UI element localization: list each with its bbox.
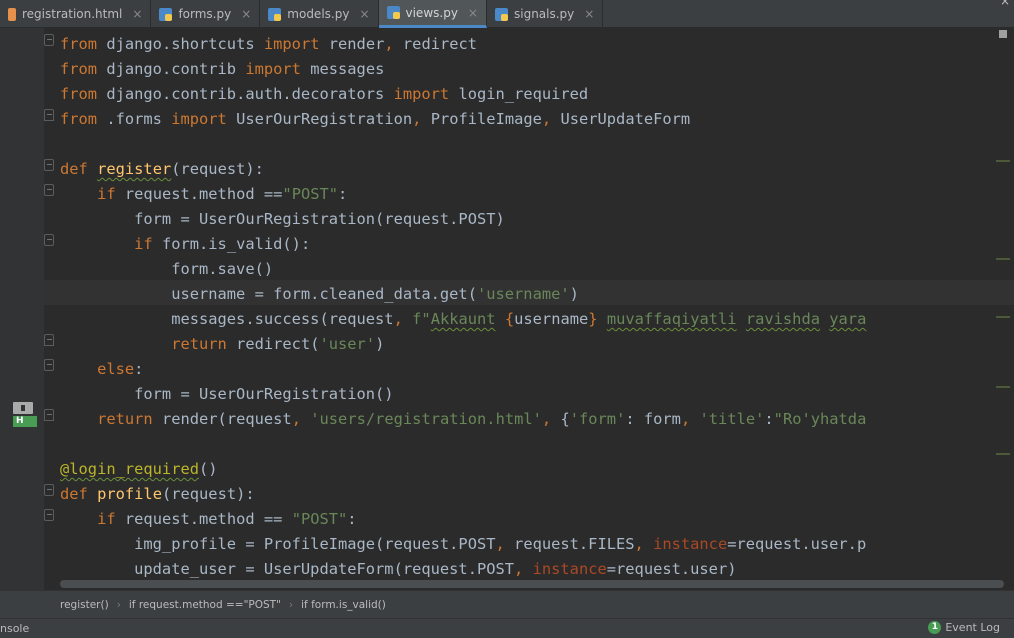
code-line[interactable]: from django.shortcuts import render, red… <box>60 32 477 57</box>
line-number <box>0 232 8 257</box>
python-file-icon <box>159 7 173 21</box>
fold-marker[interactable] <box>44 409 54 421</box>
code-editor[interactable]: H from django.shortcuts import render, r… <box>0 28 1014 590</box>
fold-marker[interactable] <box>44 334 54 346</box>
line-number <box>0 132 8 157</box>
code-line[interactable]: messages.success(request, f"Akkaunt {use… <box>60 307 866 332</box>
tab-label: registration.html <box>22 7 123 21</box>
line-number <box>0 507 8 532</box>
code-line[interactable]: from django.contrib.auth.decorators impo… <box>60 82 588 107</box>
python-file-icon <box>268 7 282 21</box>
line-number <box>0 157 8 182</box>
fold-marker[interactable] <box>44 484 54 496</box>
tab-label: views.py <box>405 5 458 20</box>
close-icon[interactable]: × <box>132 7 142 21</box>
tab-models-py[interactable]: models.py × <box>260 0 379 28</box>
code-line[interactable]: if request.method =="POST": <box>60 182 347 207</box>
python-file-icon <box>494 7 508 21</box>
code-line[interactable]: update_user = UserUpdateForm(request.POS… <box>60 557 736 582</box>
breadcrumb: register() › if request.method =="POST" … <box>0 590 1014 618</box>
line-number <box>0 357 8 382</box>
close-icon[interactable]: × <box>359 7 369 21</box>
status-bar: nsole 1 Event Log <box>0 618 1014 638</box>
close-icon[interactable]: × <box>584 7 594 21</box>
code-line[interactable]: form = UserOurRegistration() <box>60 382 393 407</box>
line-number <box>0 282 8 307</box>
event-log-count-badge: 1 <box>928 621 942 634</box>
breadcrumb-item-if-post[interactable]: if request.method =="POST" <box>129 599 281 611</box>
fold-marker[interactable] <box>44 34 54 46</box>
editor-tab-bar: registration.html × forms.py × models.py… <box>0 0 1014 28</box>
code-line[interactable]: if form.is_valid(): <box>60 232 310 257</box>
line-number <box>0 457 8 482</box>
code-line[interactable]: form = UserOurRegistration(request.POST) <box>60 207 505 232</box>
close-icon[interactable]: × <box>241 7 251 21</box>
code-line[interactable]: return redirect('user') <box>60 332 384 357</box>
breadcrumb-separator-icon: › <box>116 598 121 611</box>
code-line[interactable]: from django.contrib import messages <box>60 57 384 82</box>
fold-marker[interactable] <box>44 109 54 121</box>
line-number <box>0 107 8 132</box>
tab-forms-py[interactable]: forms.py × <box>151 0 261 28</box>
line-number <box>0 332 8 357</box>
fold-marker[interactable] <box>44 184 54 196</box>
line-number <box>0 432 8 457</box>
code-line[interactable]: form.save() <box>60 257 273 282</box>
close-icon[interactable]: × <box>468 6 478 20</box>
tab-label: models.py <box>287 7 350 21</box>
horizontal-scrollbar[interactable] <box>60 580 1004 588</box>
fold-marker[interactable] <box>44 234 54 246</box>
fold-marker[interactable] <box>44 359 54 371</box>
tab-signals-py[interactable]: signals.py × <box>487 0 604 28</box>
event-log-button[interactable]: 1 Event Log <box>928 621 1000 634</box>
tab-registration-html[interactable]: registration.html × <box>0 0 152 28</box>
breadcrumb-item-register[interactable]: register() <box>60 599 109 611</box>
line-number <box>0 82 8 107</box>
line-number <box>0 557 8 582</box>
line-number <box>0 257 8 282</box>
code-line[interactable]: return render(request, 'users/registrati… <box>60 407 866 432</box>
code-line[interactable]: def register(request): <box>60 157 264 182</box>
breadcrumb-separator-icon: › <box>288 598 294 611</box>
breadcrumb-item-if-valid[interactable]: if form.is_valid() <box>301 599 386 611</box>
save-icon <box>13 402 33 414</box>
history-badge: H <box>13 416 37 427</box>
python-file-icon <box>386 6 400 19</box>
line-number <box>0 407 8 432</box>
tab-views-py[interactable]: views.py × <box>378 0 487 28</box>
fold-marker[interactable] <box>44 159 54 171</box>
tab-label: signals.py <box>513 7 575 21</box>
console-tool-button[interactable]: nsole <box>0 622 29 635</box>
line-number <box>0 482 8 507</box>
code-line[interactable]: def profile(request): <box>60 482 255 507</box>
tab-label: forms.py <box>178 7 232 21</box>
code-line[interactable]: from .forms import UserOurRegistration, … <box>60 107 690 132</box>
code-area[interactable]: from django.shortcuts import render, red… <box>60 28 1014 590</box>
line-number <box>0 57 8 82</box>
code-line[interactable]: if request.method == "POST": <box>60 507 357 532</box>
line-number <box>0 307 8 332</box>
line-number <box>0 207 8 232</box>
fold-marker[interactable] <box>44 509 54 521</box>
event-log-label: Event Log <box>945 621 1000 634</box>
code-line[interactable]: img_profile = ProfileImage(request.POST,… <box>60 532 866 557</box>
gutter-bookmark-icon[interactable]: H <box>13 402 37 428</box>
html-file-icon <box>8 7 16 21</box>
code-line[interactable]: username = form.cleaned_data.get('userna… <box>60 282 579 307</box>
line-number <box>0 32 8 57</box>
line-number <box>0 382 8 407</box>
code-line[interactable]: else: <box>60 357 143 382</box>
window-close-icon[interactable]: × <box>1000 0 1010 8</box>
line-number <box>0 182 8 207</box>
line-gutter <box>0 28 44 590</box>
code-line[interactable]: @login_required() <box>60 457 218 482</box>
line-number <box>0 532 8 557</box>
